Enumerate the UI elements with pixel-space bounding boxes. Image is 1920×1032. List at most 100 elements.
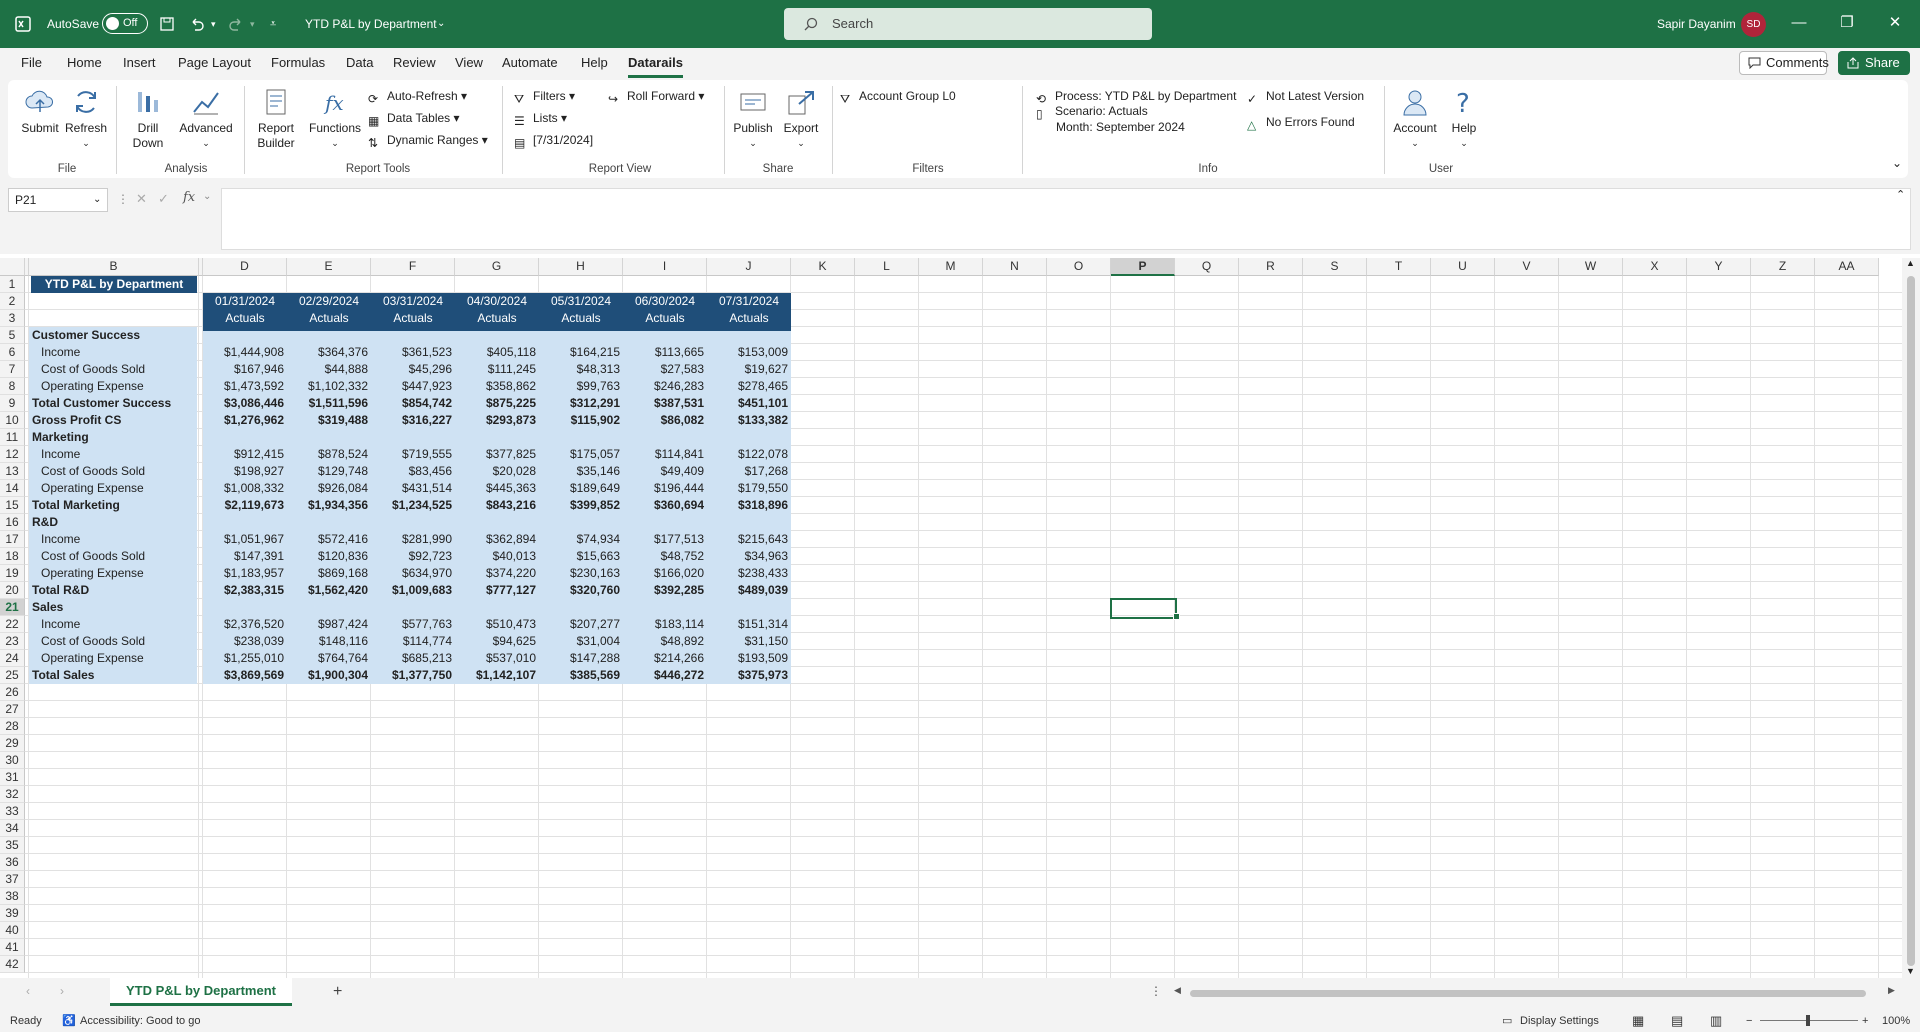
column-header-m[interactable]: M bbox=[919, 258, 983, 276]
value-cell[interactable]: $122,078 bbox=[707, 446, 791, 463]
value-cell[interactable]: $214,266 bbox=[623, 650, 707, 667]
value-cell[interactable]: $1,051,967 bbox=[203, 531, 287, 548]
row-header-28[interactable]: 28 bbox=[0, 718, 25, 735]
publish-button[interactable]: Publish ⌄ bbox=[730, 86, 776, 151]
row-header-29[interactable]: 29 bbox=[0, 735, 25, 752]
zoom-level[interactable]: 100% bbox=[1882, 1010, 1910, 1032]
value-cell[interactable]: $510,473 bbox=[455, 616, 539, 633]
accessibility-icon[interactable]: ♿ bbox=[62, 1010, 76, 1032]
value-cell[interactable]: $148,116 bbox=[287, 633, 371, 650]
more-options-icon[interactable]: ⋮ bbox=[117, 192, 129, 206]
row-header-14[interactable]: 14 bbox=[0, 480, 25, 497]
value-cell[interactable]: $3,869,569 bbox=[203, 667, 287, 684]
customize-toolbar-icon[interactable]: ⩡ bbox=[270, 0, 276, 48]
value-cell[interactable] bbox=[623, 429, 707, 446]
vertical-scrollbar[interactable]: ▲ ▼ bbox=[1902, 258, 1920, 978]
value-cell[interactable]: $537,010 bbox=[455, 650, 539, 667]
value-cell[interactable]: $147,391 bbox=[203, 548, 287, 565]
comments-button[interactable]: Comments bbox=[1739, 51, 1829, 75]
scroll-right-icon[interactable]: ▶ bbox=[1888, 985, 1895, 996]
value-cell[interactable] bbox=[455, 327, 539, 344]
value-cell[interactable]: $111,245 bbox=[455, 361, 539, 378]
value-cell[interactable]: $364,376 bbox=[287, 344, 371, 361]
lists-button[interactable]: ☰ Lists ▾ bbox=[514, 108, 567, 128]
value-cell[interactable]: $238,039 bbox=[203, 633, 287, 650]
value-cell[interactable]: $45,296 bbox=[371, 361, 455, 378]
value-cell[interactable]: $445,363 bbox=[455, 480, 539, 497]
value-cell[interactable] bbox=[623, 514, 707, 531]
value-cell[interactable]: $27,583 bbox=[623, 361, 707, 378]
add-sheet-button[interactable]: + bbox=[333, 983, 342, 1001]
value-cell[interactable]: $869,168 bbox=[287, 565, 371, 582]
worksheet-grid[interactable]: B D E F G H I J K L M N O P Q R S T U V W X Y Z AA 1 2 3 5 6 7 8 9 10 11 12… bbox=[0, 258, 1902, 978]
document-title[interactable]: YTD P&L by Department bbox=[305, 0, 437, 48]
value-cell[interactable]: $281,990 bbox=[371, 531, 455, 548]
value-cell[interactable] bbox=[287, 599, 371, 616]
avatar[interactable]: SD bbox=[1741, 12, 1766, 37]
page-break-view-icon[interactable]: ▥ bbox=[1710, 1010, 1722, 1032]
value-cell[interactable]: $48,313 bbox=[539, 361, 623, 378]
value-cell[interactable] bbox=[707, 514, 791, 531]
value-cell[interactable] bbox=[371, 327, 455, 344]
value-cell[interactable]: $2,376,520 bbox=[203, 616, 287, 633]
column-header-g[interactable]: G bbox=[455, 258, 539, 276]
value-cell[interactable]: $320,760 bbox=[539, 582, 623, 599]
value-cell[interactable] bbox=[539, 514, 623, 531]
column-header-q[interactable]: Q bbox=[1175, 258, 1239, 276]
value-cell[interactable]: $167,946 bbox=[203, 361, 287, 378]
menu-datarails[interactable]: Datarails bbox=[628, 48, 683, 78]
menu-data[interactable]: Data bbox=[346, 48, 373, 78]
value-cell[interactable]: $572,416 bbox=[287, 531, 371, 548]
value-cell[interactable]: $153,009 bbox=[707, 344, 791, 361]
value-cell[interactable] bbox=[371, 599, 455, 616]
value-cell[interactable]: $719,555 bbox=[371, 446, 455, 463]
sheet-options-icon[interactable]: ⋮ bbox=[1150, 984, 1162, 998]
value-cell[interactable]: $113,665 bbox=[623, 344, 707, 361]
help-button[interactable]: ? Help ⌄ bbox=[1444, 86, 1484, 151]
column-header-w[interactable]: W bbox=[1559, 258, 1623, 276]
value-cell[interactable]: $115,902 bbox=[539, 412, 623, 429]
fill-handle[interactable] bbox=[1173, 613, 1180, 620]
not-latest-version[interactable]: ✓ Not Latest Version bbox=[1247, 86, 1364, 106]
column-header-aa[interactable]: AA bbox=[1815, 258, 1879, 276]
value-cell[interactable] bbox=[707, 429, 791, 446]
value-cell[interactable]: $230,163 bbox=[539, 565, 623, 582]
value-cell[interactable]: $207,277 bbox=[539, 616, 623, 633]
row-header-16[interactable]: 16 bbox=[0, 514, 25, 531]
value-cell[interactable]: $878,524 bbox=[287, 446, 371, 463]
row-header-22[interactable]: 22 bbox=[0, 616, 25, 633]
value-cell[interactable]: $120,836 bbox=[287, 548, 371, 565]
value-cell[interactable]: $17,268 bbox=[707, 463, 791, 480]
row-header-7[interactable]: 7 bbox=[0, 361, 25, 378]
column-header-z[interactable]: Z bbox=[1751, 258, 1815, 276]
name-box-chevron-icon[interactable]: ⌄ bbox=[93, 189, 101, 211]
value-cell[interactable]: $48,752 bbox=[623, 548, 707, 565]
row-header-25[interactable]: 25 bbox=[0, 667, 25, 684]
value-cell[interactable]: $177,513 bbox=[623, 531, 707, 548]
value-cell[interactable]: $48,892 bbox=[623, 633, 707, 650]
value-cell[interactable]: $2,119,673 bbox=[203, 497, 287, 514]
value-cell[interactable]: $387,531 bbox=[623, 395, 707, 412]
value-cell[interactable]: $312,291 bbox=[539, 395, 623, 412]
value-cell[interactable]: $777,127 bbox=[455, 582, 539, 599]
value-cell[interactable]: $86,082 bbox=[623, 412, 707, 429]
menu-insert[interactable]: Insert bbox=[123, 48, 156, 78]
column-header-o[interactable]: O bbox=[1047, 258, 1111, 276]
enter-icon[interactable]: ✓ bbox=[158, 191, 169, 207]
value-cell[interactable]: $377,825 bbox=[455, 446, 539, 463]
row-header-10[interactable]: 10 bbox=[0, 412, 25, 429]
row-header-13[interactable]: 13 bbox=[0, 463, 25, 480]
row-header-5[interactable]: 5 bbox=[0, 327, 25, 344]
value-cell[interactable]: $147,288 bbox=[539, 650, 623, 667]
column-header-p[interactable]: P bbox=[1111, 258, 1175, 276]
value-cell[interactable]: $2,383,315 bbox=[203, 582, 287, 599]
column-header-t[interactable]: T bbox=[1367, 258, 1431, 276]
value-cell[interactable]: $133,382 bbox=[707, 412, 791, 429]
value-cell[interactable]: $392,285 bbox=[623, 582, 707, 599]
dynamic-ranges-button[interactable]: ⇅ Dynamic Ranges ▾ bbox=[368, 130, 488, 150]
active-cell[interactable] bbox=[1110, 598, 1177, 619]
menu-review[interactable]: Review bbox=[393, 48, 436, 78]
value-cell[interactable]: $399,852 bbox=[539, 497, 623, 514]
process-info[interactable]: ⟲ Process: YTD P&L by Department bbox=[1036, 86, 1236, 106]
value-cell[interactable]: $1,276,962 bbox=[203, 412, 287, 429]
